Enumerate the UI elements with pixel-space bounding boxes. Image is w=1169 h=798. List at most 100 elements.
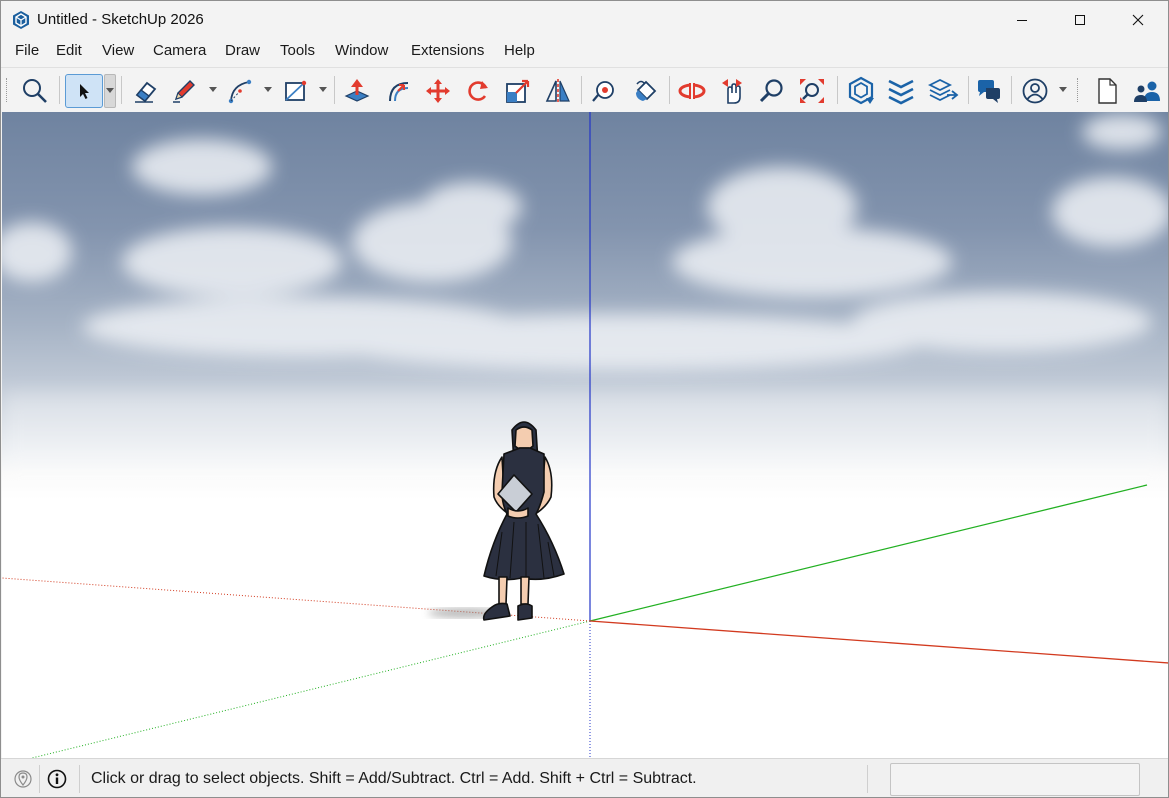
push-pull-icon	[344, 79, 370, 102]
rotate-tool-button[interactable]	[461, 74, 495, 108]
menu-extensions[interactable]: Extensions	[409, 42, 486, 59]
scale-tool-button[interactable]	[501, 74, 535, 108]
sketchup-logo-icon	[13, 11, 29, 29]
red-axis-positive	[589, 620, 1168, 664]
chevron-down-icon[interactable]	[318, 86, 328, 94]
status-message: Click or drag to select objects. Shift =…	[91, 770, 697, 787]
main-toolbar	[1, 67, 1168, 112]
menu-draw[interactable]: Draw	[223, 42, 262, 59]
green-axis-positive	[589, 484, 1148, 622]
minimize-icon	[1017, 20, 1027, 21]
line-tool-button[interactable]	[167, 74, 201, 108]
eraser-icon	[135, 81, 157, 103]
menu-tools[interactable]: Tools	[278, 42, 317, 59]
3d-warehouse-icon	[848, 76, 874, 105]
paint-bucket-tool-button[interactable]	[628, 74, 662, 108]
toolbar-separator	[121, 76, 122, 104]
select-dropdown[interactable]	[104, 74, 116, 108]
move-tool-button[interactable]	[421, 74, 455, 108]
new-file-icon	[1098, 78, 1117, 104]
flip-tool-button[interactable]	[541, 74, 575, 108]
toolbar-grip[interactable]	[1077, 78, 1079, 102]
offset-tool-button[interactable]	[381, 74, 415, 108]
zoom-extents-tool-button[interactable]	[795, 74, 829, 108]
title-bar: Untitled - SketchUp 2026	[1, 1, 1168, 39]
toolbar-separator	[968, 76, 969, 104]
horizon-haze	[2, 392, 1168, 472]
rectangle-icon	[285, 80, 307, 101]
toolbar-separator	[1011, 76, 1012, 104]
push-pull-tool-button[interactable]	[340, 74, 374, 108]
3d-warehouse-button[interactable]	[844, 74, 878, 108]
extension-warehouse-button[interactable]	[884, 74, 918, 108]
move-icon	[426, 79, 450, 103]
toolbar-separator	[837, 76, 838, 104]
arc-icon	[228, 79, 252, 104]
status-separator	[867, 765, 868, 793]
toolbar-separator	[581, 76, 582, 104]
status-bar: Click or drag to select objects. Shift =…	[1, 758, 1168, 797]
rotate-icon	[468, 81, 488, 101]
drawing-viewport[interactable]	[2, 112, 1168, 758]
menu-camera[interactable]: Camera	[151, 42, 208, 59]
orbit-icon	[678, 81, 706, 101]
instructor-button[interactable]	[46, 768, 68, 790]
chevron-down-icon[interactable]	[208, 86, 218, 94]
chevron-down-icon	[106, 88, 114, 93]
search-icon	[23, 79, 47, 103]
chevron-down-icon[interactable]	[1058, 86, 1068, 94]
orbit-tool-button[interactable]	[675, 74, 709, 108]
menu-help[interactable]: Help	[502, 42, 537, 59]
pan-tool-button[interactable]	[715, 74, 749, 108]
sky-clouds	[2, 114, 1168, 370]
close-icon	[1132, 14, 1144, 26]
zoom-icon	[759, 79, 783, 103]
layout-button[interactable]	[926, 74, 960, 108]
select-icon	[80, 84, 89, 99]
chevron-down-icon[interactable]	[263, 86, 273, 94]
new-file-button[interactable]	[1090, 74, 1124, 108]
maximize-button[interactable]	[1051, 1, 1109, 39]
sketchup-window: Untitled - SketchUp 2026 File Edit View …	[0, 0, 1169, 798]
select-tool-button[interactable]	[65, 74, 103, 108]
rectangle-tool-button[interactable]	[278, 74, 312, 108]
maximize-icon	[1075, 15, 1085, 25]
toolbar-grip[interactable]	[6, 78, 8, 102]
status-separator	[79, 765, 80, 793]
menu-view[interactable]: View	[100, 42, 136, 59]
green-axis-negative	[31, 620, 591, 758]
geolocation-button[interactable]	[12, 768, 34, 790]
account-icon	[1022, 78, 1048, 104]
info-icon	[47, 769, 67, 789]
paint-bucket-icon	[636, 80, 657, 101]
scale-icon	[506, 79, 530, 103]
toolbar-separator	[669, 76, 670, 104]
eraser-tool-button[interactable]	[128, 74, 162, 108]
toolbar-separator	[334, 76, 335, 104]
search-button[interactable]	[18, 74, 52, 108]
offset-icon	[389, 82, 409, 102]
status-separator	[39, 765, 40, 793]
location-pin-icon	[14, 770, 32, 788]
pencil-line-icon	[173, 80, 195, 103]
minimize-button[interactable]	[993, 1, 1051, 39]
menu-window[interactable]: Window	[333, 42, 390, 59]
account-button[interactable]	[1018, 74, 1052, 108]
arc-tool-button[interactable]	[223, 74, 257, 108]
flip-icon	[545, 79, 570, 103]
tape-measure-icon	[592, 81, 614, 102]
zoom-tool-button[interactable]	[755, 74, 789, 108]
close-button[interactable]	[1109, 1, 1167, 39]
menu-file[interactable]: File	[13, 42, 41, 59]
tape-measure-tool-button[interactable]	[587, 74, 621, 108]
menu-bar: File Edit View Camera Draw Tools Window …	[1, 39, 1168, 65]
collaborate-button[interactable]	[1130, 74, 1164, 108]
window-title: Untitled - SketchUp 2026	[37, 11, 204, 28]
collaborate-icon	[1134, 81, 1160, 102]
menu-edit[interactable]: Edit	[54, 42, 84, 59]
chat-button[interactable]	[972, 74, 1006, 108]
zoom-extents-icon	[800, 79, 824, 103]
measurements-box[interactable]	[890, 763, 1140, 796]
layout-icon	[927, 78, 959, 102]
pan-icon	[722, 79, 742, 104]
